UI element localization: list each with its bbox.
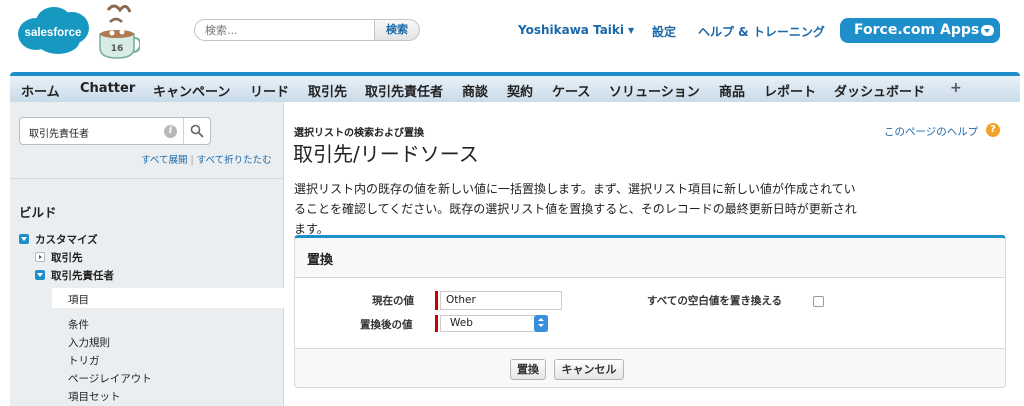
- quick-find-box[interactable]: 取引先責任者 i: [19, 117, 211, 145]
- cloudy-mascot-icon: 16: [99, 4, 140, 59]
- current-value-input[interactable]: Other: [440, 291, 562, 310]
- search-divider: [183, 118, 184, 144]
- logo-text: salesforce: [25, 27, 82, 39]
- expand-icon[interactable]: [35, 252, 45, 262]
- chevron-down-icon: ▼: [628, 26, 635, 35]
- build-heading: ビルド: [19, 205, 57, 220]
- tab-dashboards[interactable]: ダッシュボード: [834, 81, 925, 100]
- select-arrows-icon: [534, 315, 548, 332]
- sidebar-divider: [10, 178, 283, 179]
- main-content: 選択リストの検索および置換 取引先/リードソース このページのヘルプ ? 選択リ…: [285, 102, 1020, 406]
- mascot-badge-text: 16: [111, 44, 124, 54]
- collapse-all-link[interactable]: すべて折りたたむ: [197, 155, 272, 166]
- tab-accounts[interactable]: 取引先: [308, 81, 347, 100]
- app-switcher-button[interactable]: Force.com Apps: [840, 18, 1000, 43]
- search-icon[interactable]: [190, 124, 204, 138]
- panel-body: 現在の値 Other 置換後の値 Web すべての空白値を置き換える: [295, 278, 1005, 348]
- page-help-link[interactable]: このページのヘルプ: [884, 124, 978, 139]
- new-value-label: 置換後の値: [360, 319, 413, 331]
- setup-sidebar: 取引先責任者 i すべて展開 | すべて折りたたむ ビルド カスタマイズ 取引先 取…: [10, 102, 284, 406]
- tree-item-label: 取引先: [51, 252, 83, 264]
- tab-reports[interactable]: レポート: [764, 81, 816, 100]
- tree-item-fields[interactable]: 項目: [68, 292, 89, 307]
- new-value-selected: Web: [450, 317, 473, 329]
- global-search-input[interactable]: [194, 19, 380, 41]
- tree-item-field-sets[interactable]: 項目セット: [68, 389, 121, 404]
- tab-contacts[interactable]: 取引先責任者: [365, 81, 443, 100]
- tree-toggle-links: すべて展開 | すべて折りたたむ: [141, 152, 272, 166]
- all-tabs-plus-icon[interactable]: +: [950, 80, 962, 96]
- tree-item-label: 取引先責任者: [51, 270, 114, 282]
- replace-blank-checkbox[interactable]: [813, 296, 824, 307]
- new-value-select[interactable]: Web: [440, 315, 548, 332]
- panel-footer: 置換 キャンセル: [295, 348, 1005, 388]
- help-icon[interactable]: ?: [986, 123, 1000, 137]
- salesforce-logo[interactable]: salesforce: [14, 4, 92, 56]
- tree-item-triggers[interactable]: トリガ: [68, 353, 100, 368]
- panel-title: 置換: [307, 253, 334, 268]
- main-tab-bar: ホーム Chatter キャンペーン リード 取引先 取引先責任者 商談 契約 …: [10, 72, 1020, 102]
- user-menu[interactable]: Yoshikawa Taiki ▼: [518, 23, 634, 37]
- tab-chatter[interactable]: Chatter: [80, 81, 135, 96]
- global-header: salesforce 16 検索 Yoshikawa Taiki▼ 設定 ヘルプ…: [0, 0, 1024, 68]
- tab-home[interactable]: ホーム: [21, 81, 60, 100]
- tab-opportunities[interactable]: 商談: [462, 81, 488, 100]
- page-title: 取引先/リードソース: [293, 142, 479, 166]
- tab-products[interactable]: 商品: [719, 81, 745, 100]
- global-search-button[interactable]: 検索: [374, 19, 420, 41]
- required-indicator: [435, 291, 438, 310]
- link-separator: |: [190, 155, 194, 166]
- tree-item-validation-rules[interactable]: 入力規則: [68, 335, 110, 350]
- tab-cases[interactable]: ケース: [552, 81, 590, 100]
- replace-panel: 置換 現在の値 Other 置換後の値 Web すべての空白値を置き換える 置換…: [294, 235, 1006, 388]
- tree-item-contacts[interactable]: 取引先責任者: [35, 268, 114, 283]
- help-training-link[interactable]: ヘルプ & トレーニング: [698, 23, 825, 40]
- current-value-label: 現在の値: [372, 295, 414, 307]
- app-switcher-label: Force.com Apps: [854, 22, 980, 38]
- tree-item-page-layouts[interactable]: ページレイアウト: [68, 371, 152, 386]
- collapse-icon[interactable]: [35, 270, 45, 280]
- global-search: 検索: [194, 19, 426, 41]
- cancel-button[interactable]: キャンセル: [554, 359, 624, 380]
- replace-button[interactable]: 置換: [510, 359, 546, 380]
- collapse-icon[interactable]: [19, 234, 29, 244]
- settings-link[interactable]: 設定: [652, 23, 676, 40]
- breadcrumb: 選択リストの検索および置換: [294, 128, 424, 139]
- user-name: Yoshikawa Taiki: [518, 23, 625, 37]
- expand-all-link[interactable]: すべて展開: [141, 155, 187, 166]
- info-icon[interactable]: i: [164, 125, 177, 138]
- tree-item-label: カスタマイズ: [35, 234, 98, 246]
- replace-blank-label: すべての空白値を置き換える: [647, 295, 783, 307]
- tab-solutions[interactable]: ソリューション: [609, 81, 700, 100]
- tab-contracts[interactable]: 契約: [507, 81, 533, 100]
- chevron-down-icon: [981, 25, 994, 36]
- tree-item-conditions[interactable]: 条件: [68, 317, 89, 332]
- tree-item-accounts[interactable]: 取引先: [35, 250, 83, 265]
- tree-item-customize[interactable]: カスタマイズ: [19, 232, 98, 247]
- panel-header: 置換: [295, 238, 1005, 278]
- page-description: 選択リスト内の既存の値を新しい値に一括置換します。まず、選択リスト項目に新しい値…: [294, 182, 857, 236]
- required-indicator: [435, 315, 438, 332]
- tab-leads[interactable]: リード: [250, 81, 289, 100]
- quick-find-input[interactable]: 取引先責任者: [29, 125, 89, 140]
- tab-campaigns[interactable]: キャンペーン: [153, 81, 230, 100]
